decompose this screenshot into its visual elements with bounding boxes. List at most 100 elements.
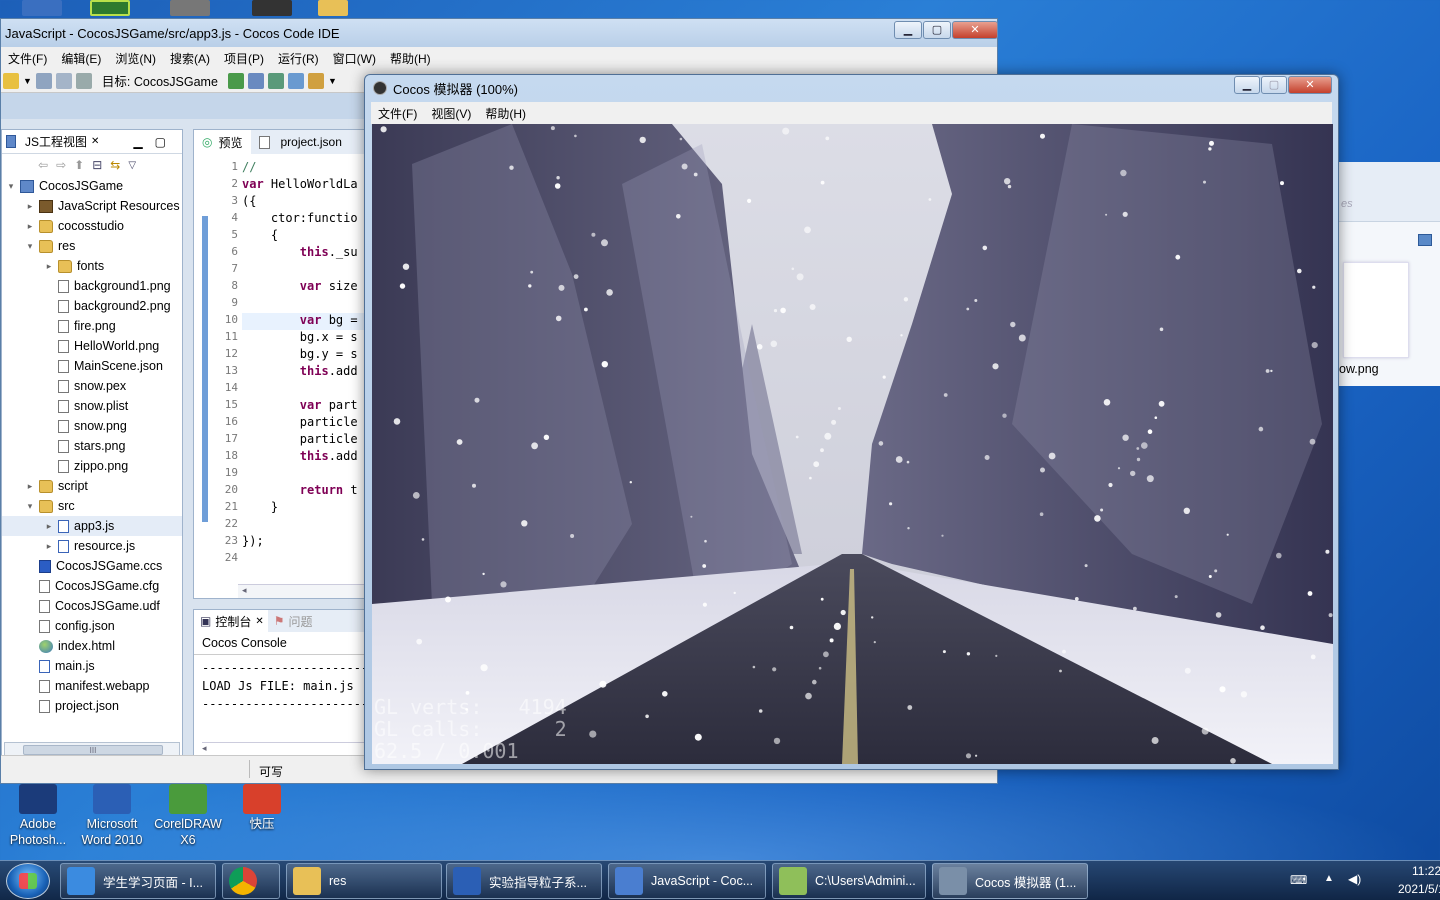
dropdown-arrow-icon[interactable]: ▼ [23,76,32,86]
new-icon[interactable] [3,72,19,89]
build-icon[interactable] [267,72,284,89]
maximize-button[interactable]: ▢ [923,21,951,39]
debug-icon[interactable] [247,72,264,89]
simulator-menu-item[interactable]: 视图(V) [424,105,478,122]
expand-toggle-icon[interactable]: ▸ [25,481,35,492]
tree-item[interactable]: CocosJSGame.udf [2,596,182,616]
tree-item[interactable]: zippo.png [2,456,182,476]
tree-item[interactable]: ▾ src [2,496,182,516]
expand-toggle-icon[interactable]: ▸ [44,521,54,532]
collapse-all-icon[interactable]: ⊟ [92,158,102,172]
close-button[interactable]: ✕ [1288,76,1332,94]
expand-toggle-icon[interactable]: ▸ [44,541,54,552]
ide-menu-item[interactable]: 浏览(N) [108,50,163,67]
taskbar-button[interactable]: 学生学习页面 - I... [60,863,216,899]
tab-preview[interactable]: ◎ 预览 [194,130,251,154]
desktop-icon[interactable]: Microsoft Word 2010 [74,784,150,848]
tree-item[interactable]: snow.plist [2,396,182,416]
desktop-icon-top-2[interactable] [90,0,130,16]
close-tab-icon[interactable]: ✕ [91,136,99,147]
tree-item[interactable]: ▸ resource.js [2,536,182,556]
refresh-icon[interactable] [287,72,304,89]
desktop-icon[interactable]: Adobe Photosh... [0,784,76,848]
ide-menu-item[interactable]: 项目(P) [217,50,271,67]
tree-item[interactable]: config.json [2,616,182,636]
tree-item[interactable]: background1.png [2,276,182,296]
expand-toggle-icon[interactable]: ▾ [25,241,35,252]
desktop-icon-top-1[interactable] [22,0,62,16]
link-editor-icon[interactable]: ⇆ [110,158,120,172]
tree-item[interactable]: MainScene.json [2,356,182,376]
expand-toggle-icon[interactable]: ▾ [25,501,35,512]
tree-item[interactable]: fire.png [2,316,182,336]
clock-date[interactable]: 2021/5/14 [1398,882,1440,896]
simulator-title-bar[interactable]: Cocos 模拟器 (100%) [365,75,1338,101]
up-icon[interactable]: ⬆ [74,158,84,172]
deploy-icon[interactable] [307,72,324,89]
taskbar-button[interactable]: Cocos 模拟器 (1... [932,863,1088,899]
desktop-icon-top-5[interactable] [318,0,348,16]
tree-item[interactable]: project.json [2,696,182,716]
tree-item[interactable]: snow.png [2,416,182,436]
volume-icon[interactable]: ◀) [1348,872,1361,886]
dropdown-arrow-icon[interactable]: ▼ [328,76,337,86]
back-icon[interactable]: ⇦ [38,158,48,172]
expand-toggle-icon[interactable]: ▸ [25,201,35,212]
desktop-icon[interactable]: 快压 [224,784,300,832]
editor-horizontal-scrollbar[interactable]: ◂ [238,584,384,598]
game-scene[interactable]: GL verts: 4194 GL calls: 2 62.5 / 0.001 [372,124,1333,764]
tree-item[interactable]: background2.png [2,296,182,316]
tree-item[interactable]: index.html [2,636,182,656]
tree-item[interactable]: manifest.webapp [2,676,182,696]
console-horizontal-scrollbar[interactable]: ◂ [202,742,382,756]
tree-item[interactable]: ▸ app3.js [2,516,182,536]
simulator-menu-item[interactable]: 帮助(H) [478,105,533,122]
target-label[interactable]: 目标: CocosJSGame [102,71,218,90]
tree-item[interactable]: main.js [2,656,182,676]
start-button[interactable] [6,863,50,899]
taskbar-button[interactable]: JavaScript - Coc... [608,863,766,899]
tree-item[interactable]: ▸ fonts [2,256,182,276]
taskbar-button[interactable] [222,863,280,899]
desktop-icon-top-3[interactable] [170,0,210,16]
ide-menu-item[interactable]: 搜索(A) [163,50,217,67]
expand-toggle-icon[interactable]: ▸ [44,261,54,272]
ide-menu-item[interactable]: 编辑(E) [54,50,108,67]
code-area[interactable]: // var HelloWorldLa ({ ctor:functio { this… [242,160,382,568]
tree-item[interactable]: CocosJSGame.ccs [2,556,182,576]
minimize-button[interactable]: ▁ [894,21,922,39]
expand-toggle-icon[interactable]: ▸ [25,221,35,232]
desktop-icon-top-4[interactable] [252,0,292,16]
maximize-button[interactable]: ▢ [1261,76,1287,94]
expand-toggle-icon[interactable]: ▾ [6,181,16,192]
save-icon[interactable] [35,72,52,89]
ide-menu-item[interactable]: 运行(R) [271,50,326,67]
keyboard-icon[interactable]: ⌨ [1290,873,1307,887]
tree-item[interactable]: ▾ CocosJSGame [2,176,182,196]
background-window-partial[interactable]: es ow.png [1338,162,1440,386]
taskbar-button[interactable]: 实验指导粒子系... [446,863,602,899]
minimize-button[interactable]: ▁ [1234,76,1260,94]
tree-item[interactable]: snow.pex [2,376,182,396]
minimize-view-icon[interactable]: ▁ [133,135,142,149]
close-tab-icon[interactable]: ✕ [255,616,263,627]
print-icon[interactable] [75,72,92,89]
tree-item[interactable]: ▾ res [2,236,182,256]
ide-menu-item[interactable]: 窗口(W) [326,50,383,67]
show-hidden-icons-icon[interactable]: ▲ [1324,873,1334,884]
forward-icon[interactable]: ⇨ [56,158,66,172]
run-icon[interactable] [227,72,244,89]
tree-item[interactable]: ▸ script [2,476,182,496]
ide-title-bar[interactable]: JavaScript - CocosJSGame/src/app3.js - C… [1,19,997,47]
desktop-icon[interactable]: CorelDRAW X6 [150,784,226,848]
tree-item[interactable]: stars.png [2,436,182,456]
taskbar-button[interactable]: res [286,863,442,899]
view-icon[interactable] [1418,234,1432,246]
thumbnail[interactable] [1343,262,1409,358]
simulator-menu-item[interactable]: 文件(F) [371,105,424,122]
tree-item[interactable]: ▸ cocosstudio [2,216,182,236]
maximize-view-icon[interactable]: ▢ [155,135,166,149]
tree-item[interactable]: CocosJSGame.cfg [2,576,182,596]
tab-project-json[interactable]: project.json [251,130,350,154]
tree-item[interactable]: HelloWorld.png [2,336,182,356]
